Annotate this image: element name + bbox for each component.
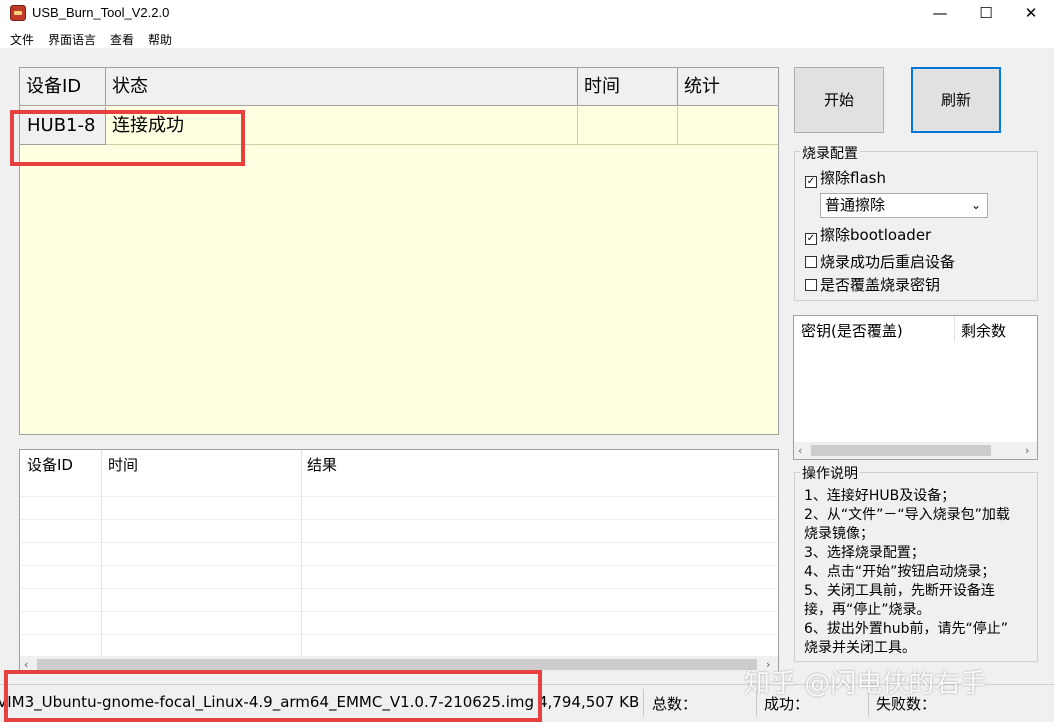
overwrite-key-checkbox[interactable]: 是否覆盖烧录密钥	[805, 274, 940, 295]
menu-view[interactable]: 查看	[110, 31, 134, 48]
menu-language[interactable]: 界面语言	[48, 31, 96, 48]
instruction-line: 接，再“停止”烧录。	[804, 602, 931, 618]
device-time-cell	[578, 107, 678, 145]
instructions-title: 操作说明	[800, 463, 860, 483]
row-divider	[20, 565, 778, 566]
instruction-line: 1、连接好HUB及设备；	[804, 488, 956, 504]
erase-mode-value: 普通擦除	[825, 196, 886, 214]
maximize-button[interactable]: ☐	[963, 0, 1009, 28]
chevron-down-icon: ⌄	[970, 198, 981, 212]
checkbox-unchecked-icon	[805, 279, 817, 291]
header-status[interactable]: 状态	[106, 68, 578, 106]
erase-bootloader-checkbox[interactable]: ✓ 擦除bootloader	[805, 224, 931, 245]
title-bar: USB_Burn_Tool_V2.2.0 — ☐ ✕	[0, 0, 1054, 28]
scroll-right-icon[interactable]: ›	[1025, 442, 1029, 459]
menu-help[interactable]: 帮助	[148, 31, 172, 48]
column-divider	[954, 316, 955, 342]
header-stats[interactable]: 统计	[678, 68, 778, 106]
erase-flash-label: 擦除flash	[820, 169, 886, 187]
status-separator	[643, 689, 644, 717]
reboot-after-label: 烧录成功后重启设备	[820, 253, 956, 271]
key-table: 密钥(是否覆盖) 剩余数 ‹ ›	[793, 315, 1038, 460]
menu-file[interactable]: 文件	[10, 31, 34, 48]
app-icon	[10, 5, 26, 21]
row-divider	[20, 634, 778, 635]
result-header-result[interactable]: 结果	[307, 454, 337, 475]
window-title: USB_Burn_Tool_V2.2.0	[32, 5, 170, 20]
erase-bootloader-label: 擦除bootloader	[820, 226, 932, 244]
row-divider	[20, 519, 778, 520]
refresh-button[interactable]: 刷新	[911, 67, 1001, 133]
header-device-id[interactable]: 设备ID	[20, 68, 106, 106]
instruction-line: 3、选择烧录配置；	[804, 545, 925, 561]
start-button[interactable]: 开始	[794, 67, 884, 133]
scroll-left-icon[interactable]: ‹	[798, 442, 802, 459]
close-button[interactable]: ✕	[1008, 0, 1054, 28]
column-divider	[101, 450, 102, 656]
row-divider	[20, 611, 778, 612]
checkbox-unchecked-icon	[805, 256, 817, 268]
column-divider	[301, 450, 302, 656]
result-header-device-id[interactable]: 设备ID	[27, 454, 73, 475]
device-grid-header: 设备ID 状态 时间 统计	[20, 68, 778, 106]
instruction-line: 2、从“文件”－“导入烧录包”加载	[804, 507, 1010, 523]
image-size: 4,794,507 KB	[538, 693, 640, 711]
instruction-line: 烧录并关闭工具。	[804, 640, 916, 656]
key-header[interactable]: 密钥(是否覆盖)	[801, 320, 903, 341]
highlight-box	[4, 670, 542, 722]
watermark: 知乎 @闪电侠的右手	[744, 669, 987, 699]
key-table-scrollbar[interactable]: ‹ ›	[794, 442, 1037, 459]
instruction-line: 烧录镜像；	[804, 526, 874, 542]
scrollbar-thumb[interactable]	[37, 659, 757, 670]
remaining-header[interactable]: 剩余数	[961, 320, 1006, 341]
instruction-line: 4、点击“开始”按钮启动烧录；	[804, 564, 996, 580]
result-table: 设备ID 时间 结果 ‹ ›	[19, 449, 779, 673]
header-time[interactable]: 时间	[578, 68, 678, 106]
checkbox-checked-icon: ✓	[805, 233, 817, 245]
overwrite-key-label: 是否覆盖烧录密钥	[820, 276, 941, 294]
device-stats-cell	[678, 107, 778, 145]
instruction-line: 6、拔出外置hub前，请先“停止”	[804, 621, 1009, 637]
minimize-button[interactable]: —	[917, 0, 963, 28]
row-divider	[20, 496, 778, 497]
row-divider	[20, 588, 778, 589]
reboot-after-checkbox[interactable]: 烧录成功后重启设备	[805, 251, 955, 272]
instruction-line: 5、关闭工具前，先断开设备连	[804, 583, 995, 599]
burn-config-title: 烧录配置	[800, 143, 860, 163]
highlight-box	[10, 110, 245, 166]
erase-mode-select[interactable]: 普通擦除 ⌄	[820, 193, 988, 218]
row-divider	[20, 542, 778, 543]
total-count: 总数：	[652, 695, 698, 713]
menu-bar: 文件 界面语言 查看 帮助	[0, 28, 1054, 48]
erase-flash-checkbox[interactable]: ✓ 擦除flash	[805, 167, 886, 188]
checkbox-checked-icon: ✓	[805, 176, 817, 188]
result-header-time[interactable]: 时间	[108, 454, 138, 475]
scrollbar-thumb[interactable]	[811, 445, 991, 456]
